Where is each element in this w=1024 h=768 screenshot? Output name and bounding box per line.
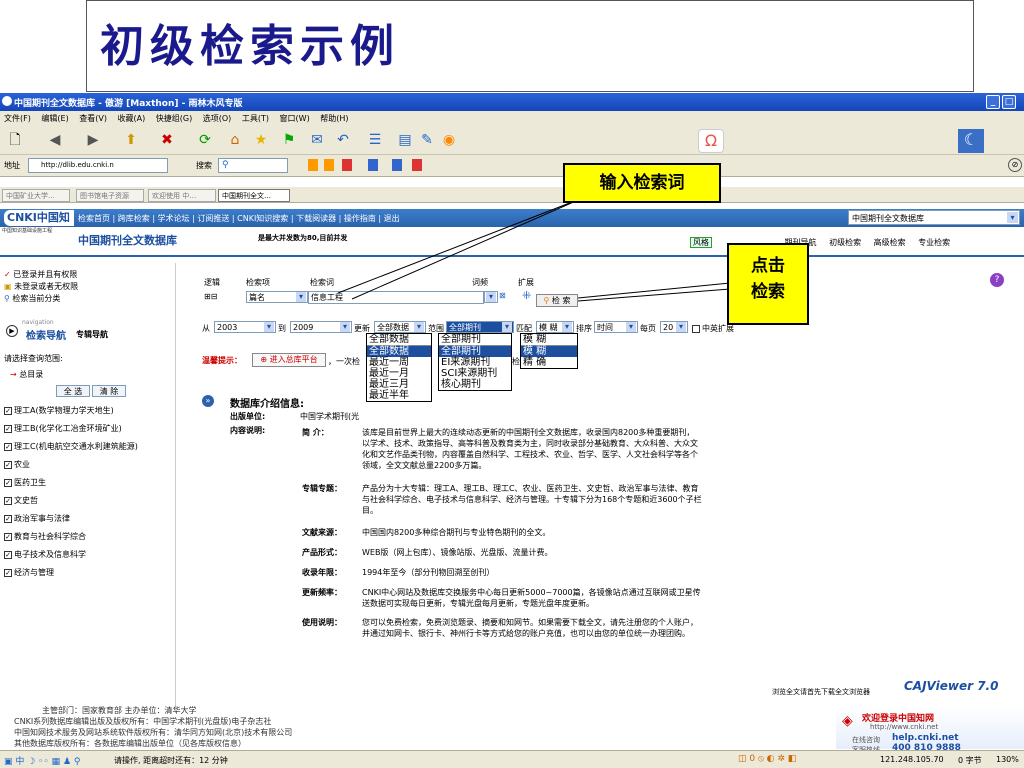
- slide-title: 初级检索示例: [100, 21, 400, 72]
- callout-line-term2: [351, 196, 586, 300]
- callout-line-term: [337, 196, 586, 294]
- callout-lines: [337, 196, 731, 302]
- callout-click-search: 点击 检索: [727, 243, 809, 325]
- callout-enter-term: 输入检索词: [563, 163, 721, 203]
- browser-window: 中国期刊全文数据库 - 傲游 [Maxthon] - 雨林木风专版 _ □ 文件…: [0, 93, 1024, 768]
